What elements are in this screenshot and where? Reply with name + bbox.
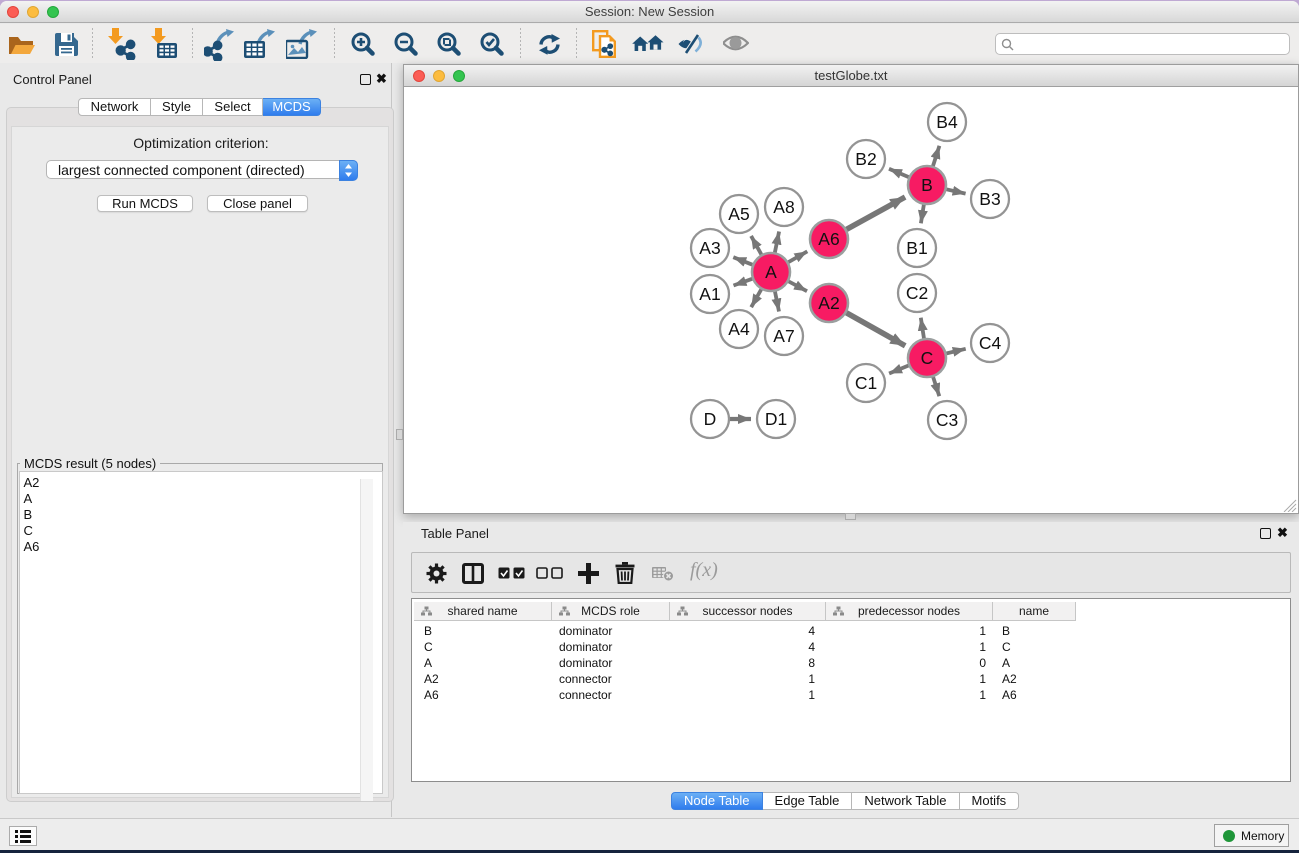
svg-text:B2: B2 bbox=[855, 149, 876, 169]
svg-text:A6: A6 bbox=[818, 229, 839, 249]
svg-text:C4: C4 bbox=[979, 333, 1002, 353]
svg-text:A8: A8 bbox=[773, 197, 794, 217]
svg-text:B: B bbox=[921, 175, 933, 195]
svg-text:A: A bbox=[765, 262, 777, 282]
svg-text:A3: A3 bbox=[699, 238, 720, 258]
svg-text:A7: A7 bbox=[773, 326, 794, 346]
svg-text:A4: A4 bbox=[728, 319, 750, 339]
svg-text:A1: A1 bbox=[699, 284, 720, 304]
svg-text:C3: C3 bbox=[936, 410, 958, 430]
svg-text:A5: A5 bbox=[728, 204, 749, 224]
svg-text:B4: B4 bbox=[936, 112, 958, 132]
svg-text:B3: B3 bbox=[979, 189, 1000, 209]
svg-text:B1: B1 bbox=[906, 238, 927, 258]
svg-text:C2: C2 bbox=[906, 283, 928, 303]
svg-text:D1: D1 bbox=[765, 409, 787, 429]
svg-text:C: C bbox=[921, 348, 934, 368]
svg-text:A2: A2 bbox=[818, 293, 839, 313]
svg-text:D: D bbox=[704, 409, 717, 429]
svg-text:C1: C1 bbox=[855, 373, 877, 393]
